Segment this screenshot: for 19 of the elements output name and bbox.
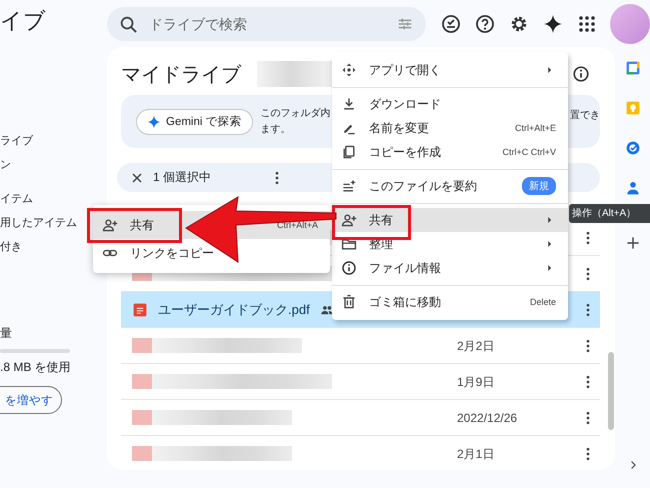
shortcut-text: Ctrl+Alt+E	[514, 123, 556, 133]
file-name: ユーザーガイドブック.pdf	[158, 300, 310, 318]
page-title: マイドライブ	[121, 62, 241, 88]
modified-date: 2022/12/26	[457, 410, 518, 424]
banner-text: ます。	[260, 122, 292, 136]
storage-heading: 量	[0, 325, 12, 342]
storage-usage: .8 MB を使用	[0, 359, 71, 376]
banner-text: 置でき	[570, 108, 600, 122]
tooltip: 操作（Alt+A）	[569, 204, 650, 223]
shortcut-text: Delete	[530, 297, 556, 307]
modified-date: 2月2日	[457, 338, 494, 352]
shortcut-text: Ctrl+C Ctrl+V	[502, 147, 556, 157]
modified-date: 1月9日	[457, 374, 494, 388]
selection-count: 1 個選択中	[153, 169, 212, 186]
modified-date: 2月1日	[457, 446, 494, 460]
app-title: イブ	[0, 7, 47, 35]
banner-text: このフォルダ内	[260, 106, 331, 120]
shortcut-text: Ctrl+Alt+A	[276, 220, 318, 230]
new-badge: 新規	[522, 177, 556, 195]
